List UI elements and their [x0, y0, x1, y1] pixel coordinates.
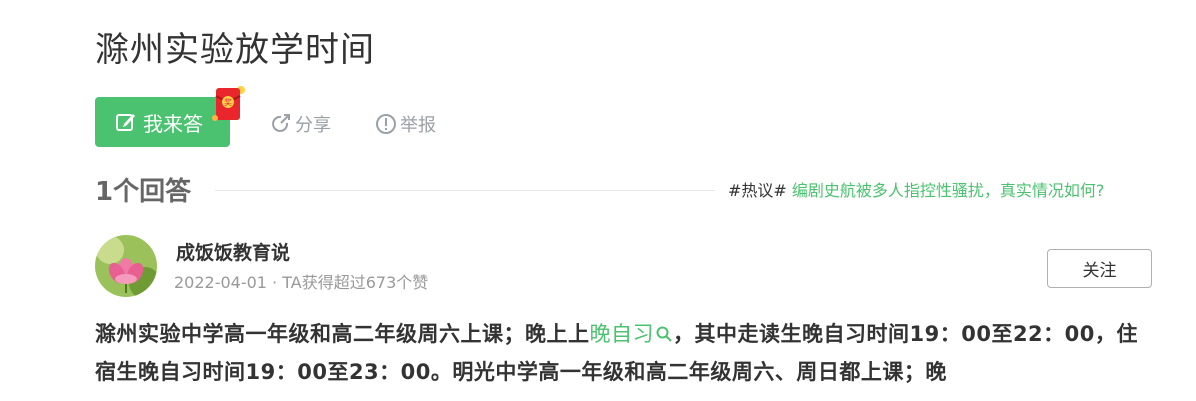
answer-button[interactable]: 我来答: [95, 97, 230, 147]
answer-meta: 2022-04-01 · TA获得超过673个赞: [174, 273, 429, 292]
share-label: 分享: [295, 115, 331, 136]
search-icon: [655, 317, 673, 342]
keyword-link-label: 晚自习: [589, 322, 654, 346]
follow-button[interactable]: 关注: [1047, 249, 1152, 288]
hot-topic-link[interactable]: 编剧史航被多人指控性骚扰，真实情况如何?: [787, 181, 1105, 200]
edit-icon: [115, 111, 137, 133]
hot-topic: #热议# 编剧史航被多人指控性骚扰，真实情况如何?: [728, 180, 1104, 202]
report-button[interactable]: 举报: [375, 111, 436, 137]
divider: [215, 190, 715, 191]
page-title: 滁州实验放学时间: [95, 30, 375, 70]
keyword-link[interactable]: 晚自习: [590, 322, 674, 346]
avatar[interactable]: [95, 235, 157, 297]
answer-count: 1个回答: [95, 177, 192, 207]
red-packet-label: 奖: [224, 97, 232, 107]
hot-topic-tag: #热议#: [728, 181, 787, 200]
answer-button-label: 我来答: [143, 111, 203, 136]
report-label: 举报: [400, 115, 436, 136]
answer-content: 滁州实验中学高一年级和高二年级周六上课；晚上上晚自习 ，其中走读生晚自习时间19：…: [95, 315, 1155, 391]
report-icon: [375, 113, 397, 135]
answer-text-part1: 滁州实验中学高一年级和高二年级周六上课；晚上上: [95, 322, 590, 346]
share-button[interactable]: 分享: [270, 111, 331, 137]
author-name[interactable]: 成饭饭教育说: [176, 240, 290, 266]
share-icon: [270, 113, 292, 135]
red-packet-badge[interactable]: 奖: [212, 84, 246, 122]
